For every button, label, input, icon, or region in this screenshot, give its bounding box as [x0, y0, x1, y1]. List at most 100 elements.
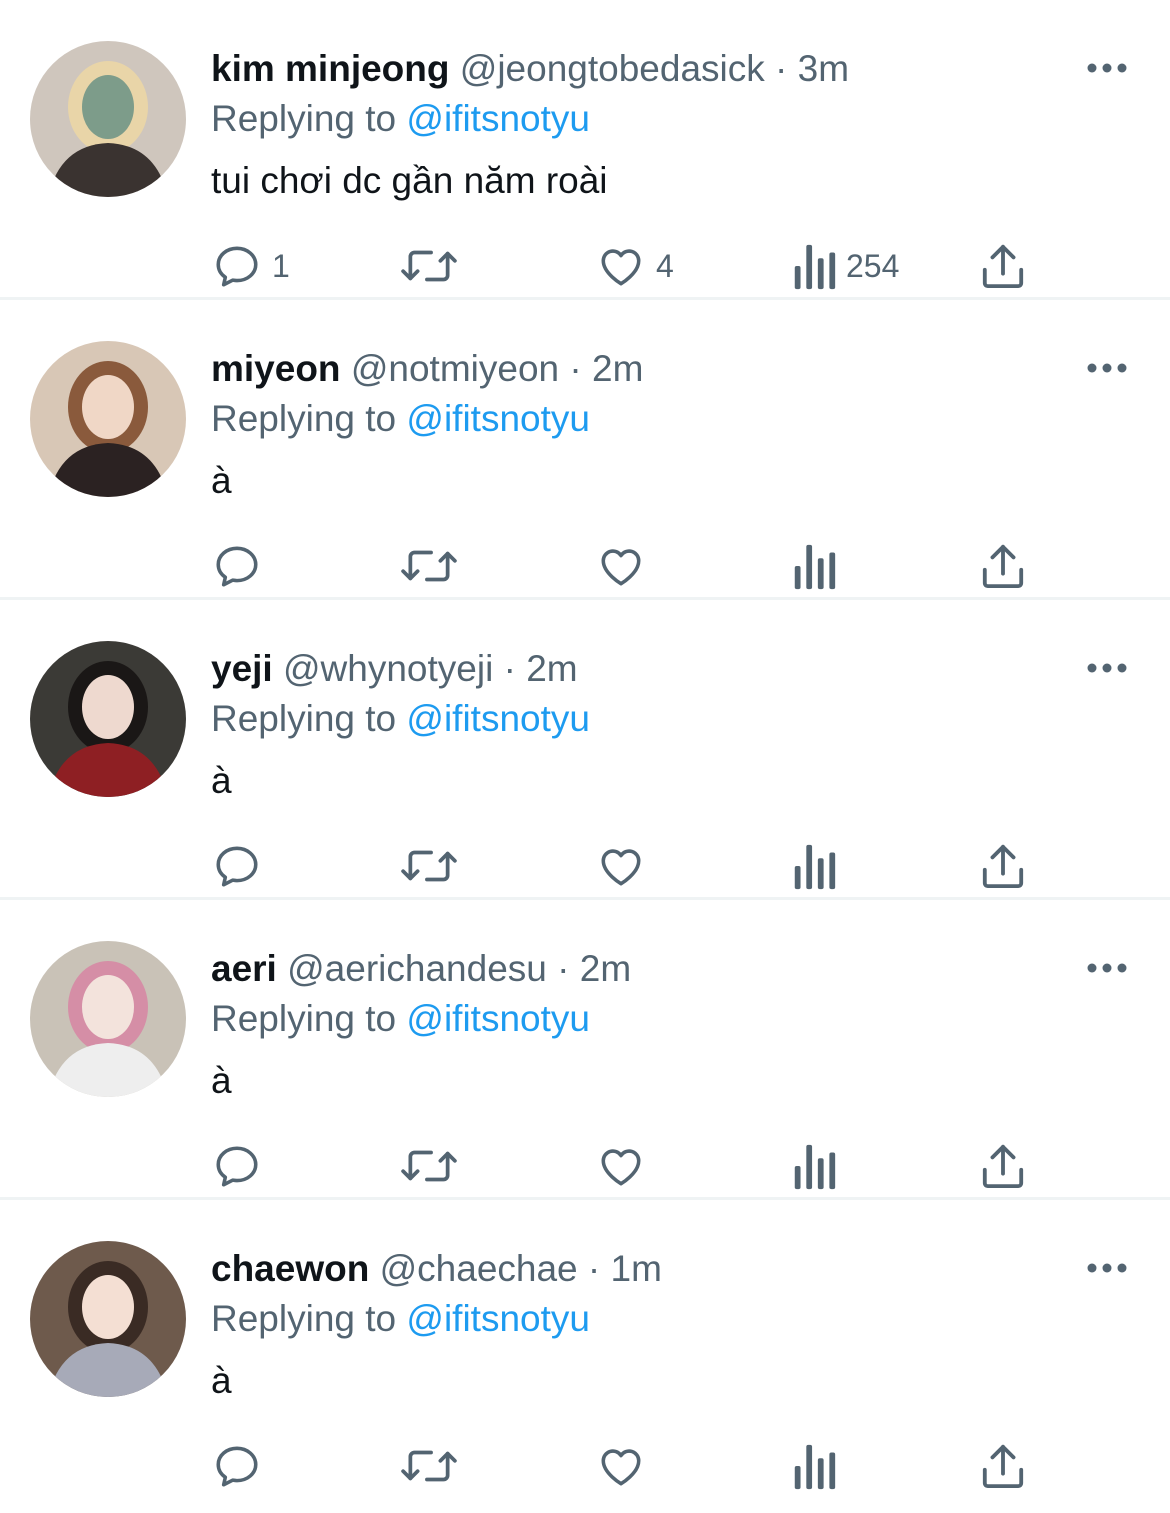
- display-name[interactable]: miyeon: [211, 348, 341, 389]
- user-handle[interactable]: @whynotyeji: [283, 648, 493, 689]
- retweet-icon: [401, 250, 457, 282]
- tweet[interactable]: kim minjeong @jeongtobedasick · 3m Reply…: [0, 0, 1170, 300]
- avatar[interactable]: [30, 41, 186, 197]
- avatar[interactable]: [30, 941, 186, 1097]
- tweet-text: à: [211, 1060, 232, 1101]
- more-dots-icon[interactable]: [1082, 950, 1132, 986]
- share-button[interactable]: [980, 838, 1026, 894]
- user-handle[interactable]: @jeongtobedasick: [460, 48, 765, 89]
- like-button[interactable]: 4: [596, 238, 674, 294]
- action-bar: [0, 838, 1170, 894]
- like-count: 4: [656, 247, 674, 284]
- heart-icon: [601, 1449, 641, 1486]
- more-dots-icon[interactable]: [1082, 50, 1132, 86]
- retweet-button[interactable]: [400, 1138, 468, 1194]
- tweet-text: à: [211, 460, 232, 501]
- like-button[interactable]: [596, 538, 656, 594]
- display-name[interactable]: kim minjeong: [211, 48, 449, 89]
- view-count: 254: [846, 247, 900, 284]
- display-name[interactable]: yeji: [211, 648, 273, 689]
- tweet-header: miyeon @notmiyeon · 2m: [211, 344, 643, 394]
- share-icon: [982, 1444, 1024, 1489]
- views-button[interactable]: [792, 1438, 846, 1494]
- replying-to-mention[interactable]: @ifitsnotyu: [406, 998, 590, 1039]
- reply-button[interactable]: [212, 538, 272, 594]
- bar-chart-icon: [794, 844, 836, 890]
- more-dots-icon[interactable]: [1082, 350, 1132, 386]
- separator-dot: ·: [569, 348, 582, 389]
- replying-to: Replying to @ifitsnotyu: [211, 94, 590, 144]
- bar-chart-icon: [794, 1144, 836, 1190]
- timestamp[interactable]: 2m: [592, 348, 643, 389]
- retweet-button[interactable]: [400, 538, 468, 594]
- timestamp[interactable]: 2m: [580, 948, 631, 989]
- avatar[interactable]: [30, 341, 186, 497]
- replying-to-mention[interactable]: @ifitsnotyu: [406, 698, 590, 739]
- more-dots-icon[interactable]: [1082, 1250, 1132, 1286]
- share-button[interactable]: [980, 1138, 1026, 1194]
- replying-to-label: Replying to: [211, 998, 397, 1039]
- chat-bubble-icon: [216, 546, 258, 587]
- like-button[interactable]: [596, 1438, 656, 1494]
- action-bar: [0, 1138, 1170, 1194]
- share-icon: [982, 844, 1024, 889]
- like-button[interactable]: [596, 838, 656, 894]
- timestamp[interactable]: 1m: [611, 1248, 662, 1289]
- bar-chart-icon: [794, 544, 836, 590]
- user-handle[interactable]: @aerichandesu: [287, 948, 547, 989]
- views-button[interactable]: [792, 538, 846, 594]
- replying-to-label: Replying to: [211, 1298, 397, 1339]
- avatar-image: [30, 941, 186, 1097]
- views-button[interactable]: [792, 1138, 846, 1194]
- views-button[interactable]: [792, 838, 846, 894]
- user-handle[interactable]: @notmiyeon: [351, 348, 559, 389]
- action-bar: 1 4 254: [0, 238, 1170, 294]
- chat-bubble-icon: [216, 846, 258, 887]
- share-button[interactable]: [980, 1438, 1026, 1494]
- avatar-image: [30, 641, 186, 797]
- tweet[interactable]: aeri @aerichandesu · 2m Replying to @ifi…: [0, 900, 1170, 1200]
- share-icon: [982, 544, 1024, 589]
- display-name[interactable]: aeri: [211, 948, 277, 989]
- replying-to-mention[interactable]: @ifitsnotyu: [406, 98, 590, 139]
- replying-to-label: Replying to: [211, 98, 397, 139]
- retweet-button[interactable]: [400, 1438, 468, 1494]
- tweet[interactable]: yeji @whynotyeji · 2m Replying to @ifits…: [0, 600, 1170, 900]
- action-bar: [0, 1438, 1170, 1494]
- replying-to-mention[interactable]: @ifitsnotyu: [406, 1298, 590, 1339]
- replying-to-mention[interactable]: @ifitsnotyu: [406, 398, 590, 439]
- more-dots-icon[interactable]: [1082, 650, 1132, 686]
- separator-dot: ·: [557, 948, 570, 989]
- retweet-icon: [401, 1150, 457, 1182]
- retweet-button[interactable]: [400, 238, 468, 294]
- tweet[interactable]: chaewon @chaechae · 1m Replying to @ifit…: [0, 1200, 1170, 1513]
- retweet-button[interactable]: [400, 838, 468, 894]
- tweet-text: tui chơi dc gần năm roài: [211, 160, 608, 201]
- like-button[interactable]: [596, 1138, 656, 1194]
- avatar-image: [30, 41, 186, 197]
- reply-button[interactable]: [212, 1438, 272, 1494]
- reply-button[interactable]: [212, 838, 272, 894]
- avatar[interactable]: [30, 641, 186, 797]
- tweet-header: chaewon @chaechae · 1m: [211, 1244, 662, 1294]
- reply-count: 1: [272, 247, 290, 284]
- timestamp[interactable]: 2m: [526, 648, 577, 689]
- reply-button[interactable]: [212, 1138, 272, 1194]
- timestamp[interactable]: 3m: [798, 48, 849, 89]
- share-icon: [982, 1144, 1024, 1189]
- retweet-icon: [401, 1450, 457, 1482]
- tweet[interactable]: miyeon @notmiyeon · 2m Replying to @ifit…: [0, 300, 1170, 600]
- user-handle[interactable]: @chaechae: [380, 1248, 578, 1289]
- reply-button[interactable]: 1: [212, 238, 290, 294]
- avatar-image: [30, 341, 186, 497]
- share-button[interactable]: [980, 238, 1026, 294]
- replying-to: Replying to @ifitsnotyu: [211, 394, 590, 444]
- share-button[interactable]: [980, 538, 1026, 594]
- views-button[interactable]: 254: [792, 238, 899, 294]
- tweet-text: à: [211, 760, 232, 801]
- display-name[interactable]: chaewon: [211, 1248, 369, 1289]
- tweet-header: aeri @aerichandesu · 2m: [211, 944, 631, 994]
- retweet-icon: [401, 550, 457, 582]
- chat-bubble-icon: [216, 1146, 258, 1187]
- avatar[interactable]: [30, 1241, 186, 1397]
